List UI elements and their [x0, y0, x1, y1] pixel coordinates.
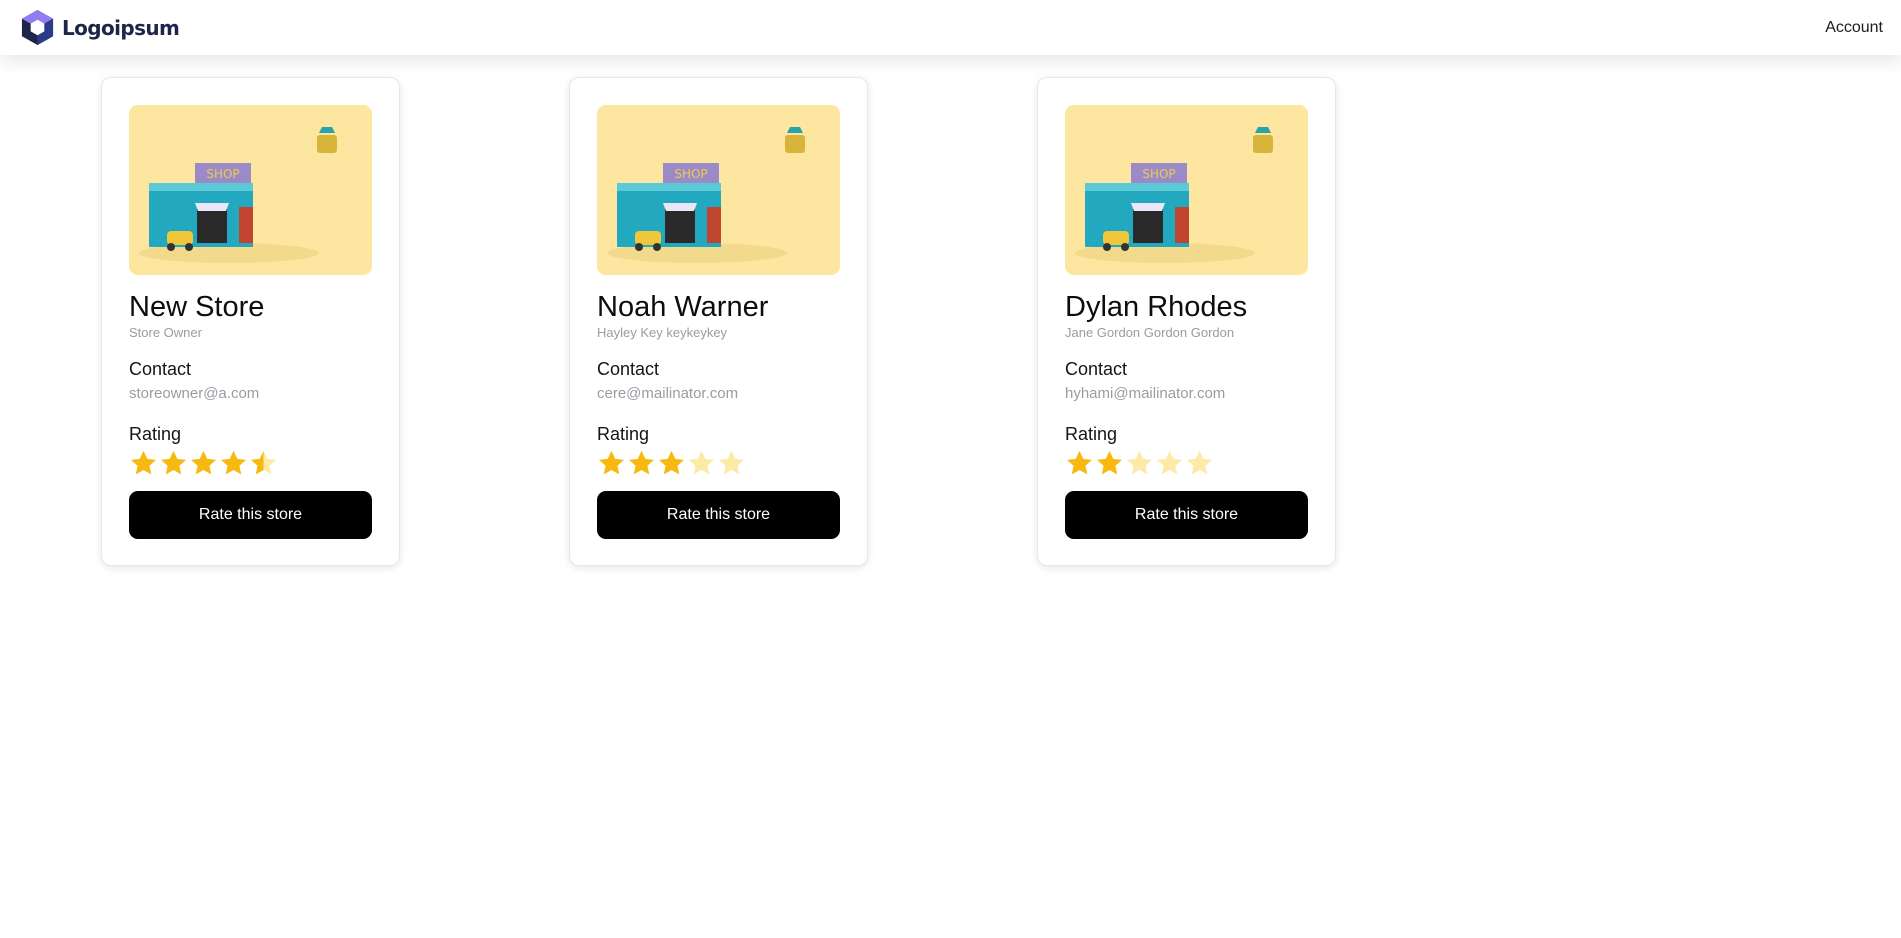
- star-filled-icon: [659, 450, 684, 475]
- rate-store-button[interactable]: Rate this store: [1065, 491, 1308, 539]
- store-card-list: SHOP New Store Store Owner Contact store…: [101, 77, 1336, 566]
- rate-store-button[interactable]: Rate this store: [129, 491, 372, 539]
- store-image: SHOP: [1065, 105, 1308, 275]
- shop-illustration: SHOP: [129, 105, 372, 275]
- star-filled-icon: [221, 450, 246, 475]
- contact-email: cere@mailinator.com: [597, 385, 739, 402]
- star-filled-icon: [629, 450, 654, 475]
- contact-email: storeowner@a.com: [129, 385, 260, 402]
- star-empty-icon: [1157, 450, 1182, 475]
- contact-email: hyhami@mailinator.com: [1065, 385, 1226, 402]
- store-card: SHOP Noah Warner Hayley Key keykeykey Co…: [569, 77, 868, 566]
- svg-text:SHOP: SHOP: [206, 167, 239, 181]
- star-empty-icon: [719, 450, 744, 475]
- rate-store-button[interactable]: Rate this store: [597, 491, 840, 539]
- top-navbar: Logoipsum Account: [0, 0, 1901, 55]
- store-card: SHOP New Store Store Owner Contact store…: [101, 77, 400, 566]
- store-image: SHOP: [129, 105, 372, 275]
- star-filled-icon: [131, 450, 156, 475]
- star-filled-icon: [1097, 450, 1122, 475]
- star-rating: [1065, 449, 1308, 479]
- svg-text:SHOP: SHOP: [1142, 167, 1175, 181]
- star-empty-icon: [1127, 450, 1152, 475]
- rating-label: Rating: [597, 424, 650, 444]
- contact-label: Contact: [129, 359, 192, 379]
- store-image: SHOP: [597, 105, 840, 275]
- store-name: Noah Warner: [597, 291, 769, 323]
- store-card: SHOP Dylan Rhodes Jane Gordon Gordon Gor…: [1037, 77, 1336, 566]
- rating-label: Rating: [1065, 424, 1118, 444]
- star-empty-icon: [689, 450, 714, 475]
- star-filled-icon: [161, 450, 186, 475]
- brand-logo-link[interactable]: Logoipsum: [20, 9, 180, 46]
- store-name: New Store: [129, 291, 265, 323]
- star-filled-icon: [191, 450, 216, 475]
- shop-illustration: SHOP: [1065, 105, 1308, 275]
- star-half-icon: [251, 450, 276, 475]
- star-filled-icon: [599, 450, 624, 475]
- star-empty-icon: [1187, 450, 1212, 475]
- store-owner: Jane Gordon Gordon Gordon: [1065, 325, 1235, 340]
- shop-illustration: SHOP: [597, 105, 840, 275]
- contact-label: Contact: [597, 359, 660, 379]
- brand-name: Logoipsum: [62, 15, 180, 40]
- contact-label: Contact: [1065, 359, 1128, 379]
- logo-hexagon-icon: [21, 10, 54, 45]
- store-owner: Hayley Key keykeykey: [597, 325, 728, 340]
- star-rating: [129, 449, 372, 479]
- svg-text:SHOP: SHOP: [674, 167, 707, 181]
- star-rating: [597, 449, 840, 479]
- store-name: Dylan Rhodes: [1065, 291, 1248, 323]
- store-owner: Store Owner: [129, 325, 202, 340]
- rating-label: Rating: [129, 424, 182, 444]
- star-filled-icon: [1067, 450, 1092, 475]
- account-link[interactable]: Account: [1825, 19, 1883, 37]
